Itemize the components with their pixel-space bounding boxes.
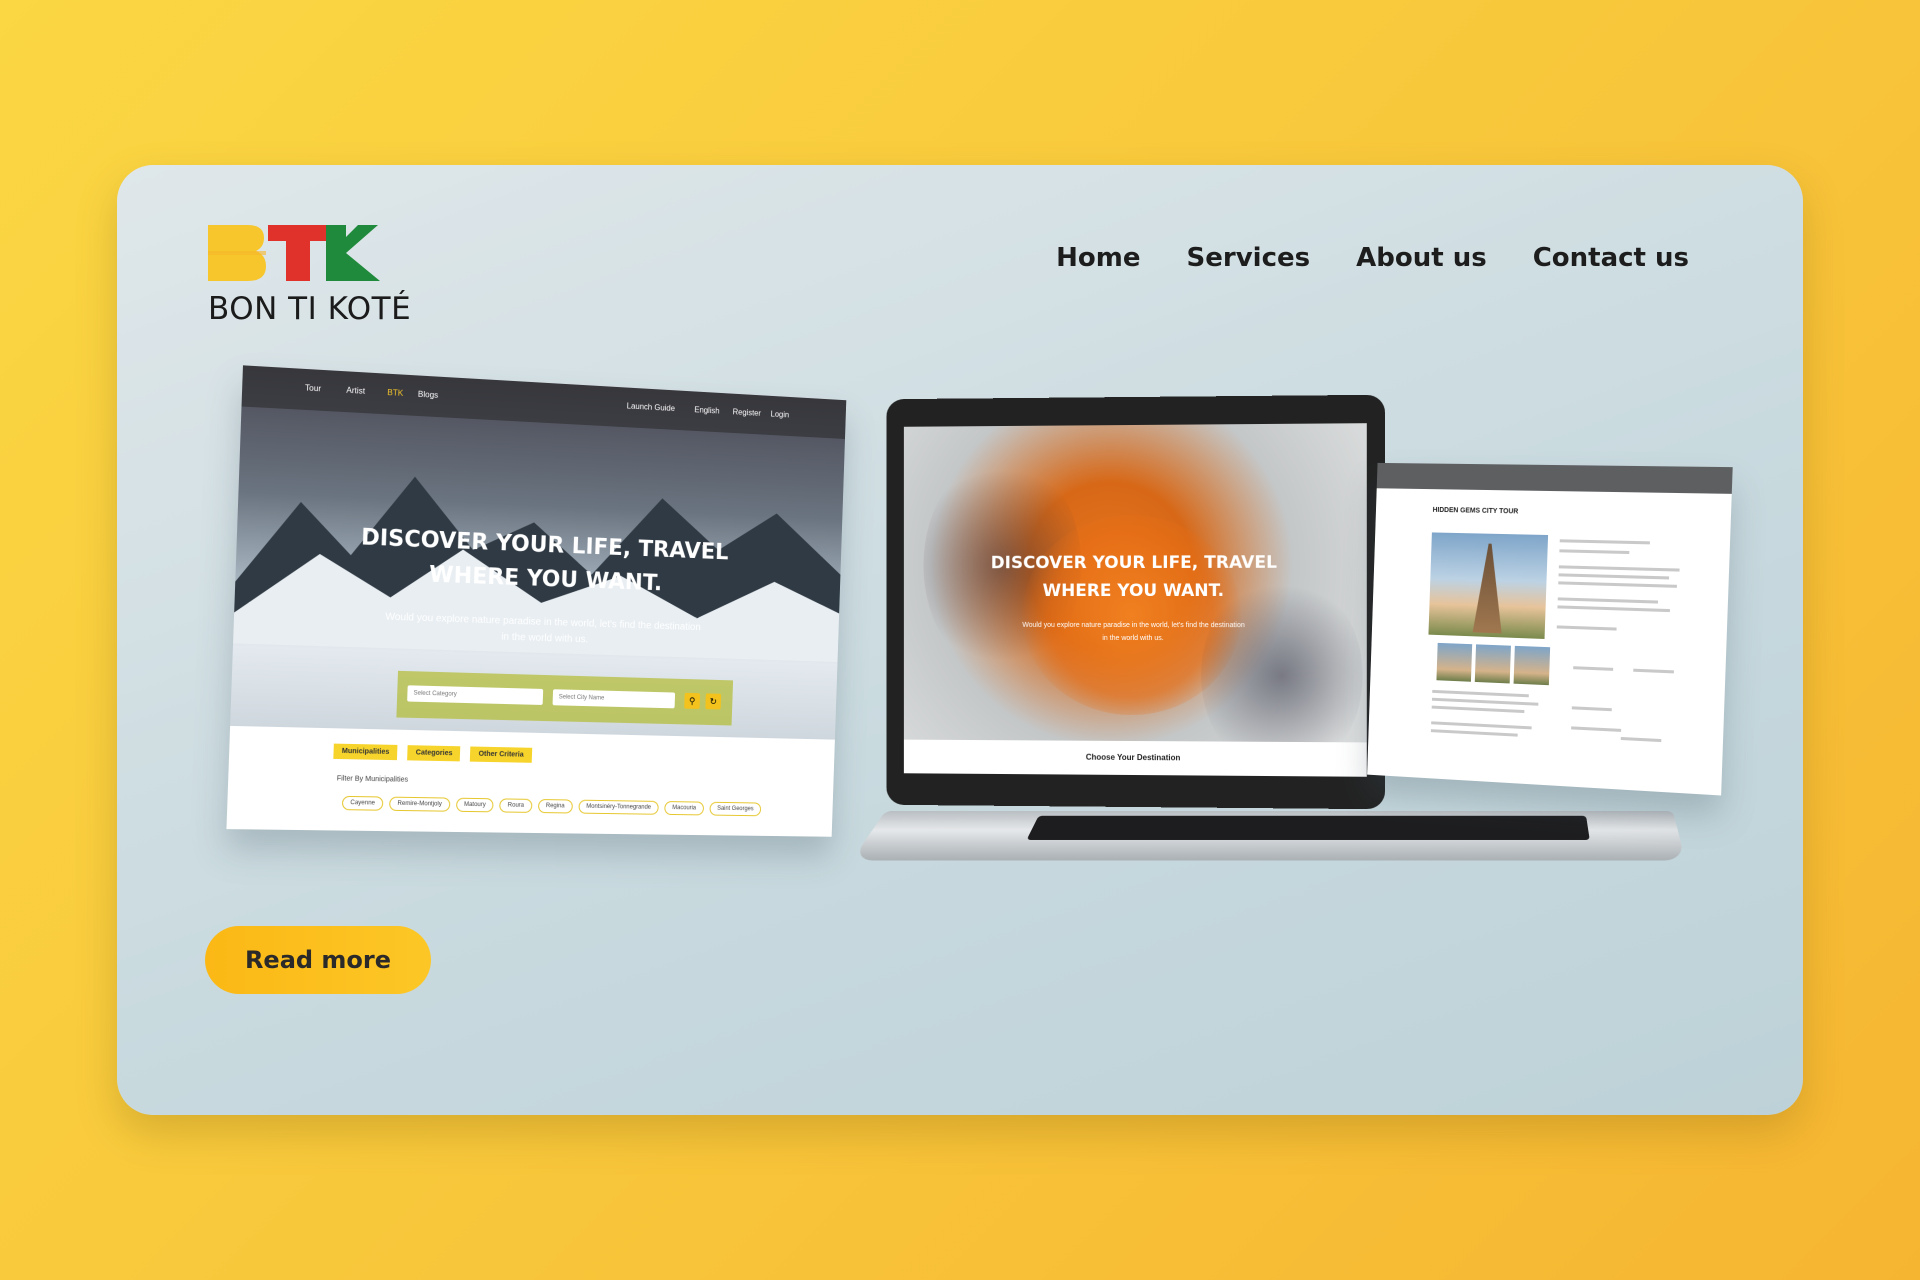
tour-title: HIDDEN GEMS CITY TOUR <box>1432 506 1519 516</box>
chip[interactable]: Matoury <box>455 797 495 813</box>
laptop-hero-sub-2: in the world with us. <box>1102 634 1164 643</box>
thumbnail[interactable] <box>1436 642 1473 682</box>
nav-about-us[interactable]: About us <box>1356 243 1487 273</box>
read-more-button[interactable]: Read more <box>205 926 431 994</box>
hero-card: BON TI KOTÉ Home Services About us Conta… <box>117 165 1803 1115</box>
chip[interactable]: Roura <box>499 798 533 813</box>
left-mock-nav-register: Register <box>732 407 762 418</box>
chip[interactable]: Cayenne <box>341 795 384 811</box>
chip[interactable]: Saint Georges <box>709 801 762 817</box>
eiffel-tower-image <box>1428 532 1549 639</box>
right-mock-nav <box>1376 462 1733 494</box>
left-filter-tabs: Municipalities Categories Other Criteria <box>333 743 532 763</box>
refresh-icon[interactable]: ↻ <box>705 693 722 710</box>
brand-logo[interactable]: BON TI KOTÉ <box>208 225 411 330</box>
chip[interactable]: Macouria <box>664 801 704 816</box>
btk-logo-mark <box>208 225 380 281</box>
left-mock-nav-english: English <box>694 405 720 416</box>
category-select[interactable]: Select Category <box>407 685 544 705</box>
thumbnail[interactable] <box>1513 645 1551 686</box>
laptop-hero-title-2: WHERE YOU WANT. <box>1042 580 1225 602</box>
chip[interactable]: Regina <box>537 798 573 814</box>
chip[interactable]: Remire-Montjoly <box>389 796 451 812</box>
tab-other-criteria[interactable]: Other Criteria <box>470 746 532 763</box>
laptop-display: DISCOVER YOUR LIFE, TRAVEL WHERE YOU WAN… <box>903 423 1367 777</box>
search-icon[interactable]: ⚲ <box>684 692 701 709</box>
choose-destination-bar[interactable]: Choose Your Destination <box>903 739 1367 777</box>
chip[interactable]: Montsinéry-Tonnegrande <box>578 799 659 815</box>
nav-contact-us[interactable]: Contact us <box>1533 243 1689 273</box>
main-nav: Home Services About us Contact us <box>1056 243 1689 273</box>
desktop-mockup-left: Tour Artist BTK Blogs Launch Guide Engli… <box>226 365 847 837</box>
laptop-mockup: DISCOVER YOUR LIFE, TRAVEL WHERE YOU WAN… <box>886 394 1386 810</box>
left-search-bar: Select Category Select City Name ⚲ ↻ <box>396 670 734 726</box>
filter-label: Filter By Municipalities <box>336 775 409 784</box>
left-mock-nav-login: Login <box>770 409 790 420</box>
mountain-hero-image: Tour Artist BTK Blogs Launch Guide Engli… <box>230 365 847 740</box>
left-mock-nav-artist: Artist <box>346 385 366 396</box>
laptop-base <box>851 811 1686 861</box>
nav-services[interactable]: Services <box>1187 243 1311 273</box>
tab-categories[interactable]: Categories <box>407 745 461 762</box>
left-mock-nav: Tour Artist BTK Blogs Launch Guide Engli… <box>241 365 847 439</box>
tab-municipalities[interactable]: Municipalities <box>333 743 398 761</box>
desktop-mockup-right: HIDDEN GEMS CITY TOUR <box>1367 462 1733 796</box>
left-mock-nav-blogs: Blogs <box>417 389 439 400</box>
city-select[interactable]: Select City Name <box>552 689 676 709</box>
laptop-hero-sub-1: Would you explore nature paradise in the… <box>1022 621 1245 630</box>
left-mock-nav-tour: Tour <box>304 383 322 394</box>
left-mock-nav-launch-guide: Launch Guide <box>626 401 676 414</box>
eiffel-tower-icon <box>1473 543 1505 633</box>
left-mock-nav-btk: BTK <box>387 387 404 398</box>
municipality-chips: Cayenne Remire-Montjoly Matoury Roura Re… <box>341 795 777 817</box>
thumbnail[interactable] <box>1474 644 1511 684</box>
laptop-keyboard <box>1026 815 1590 840</box>
brand-name: BON TI KOTÉ <box>208 291 412 327</box>
laptop-hero-title-1: DISCOVER YOUR LIFE, TRAVEL <box>990 552 1278 574</box>
tour-thumbnails <box>1436 642 1551 686</box>
nav-home[interactable]: Home <box>1056 243 1140 273</box>
